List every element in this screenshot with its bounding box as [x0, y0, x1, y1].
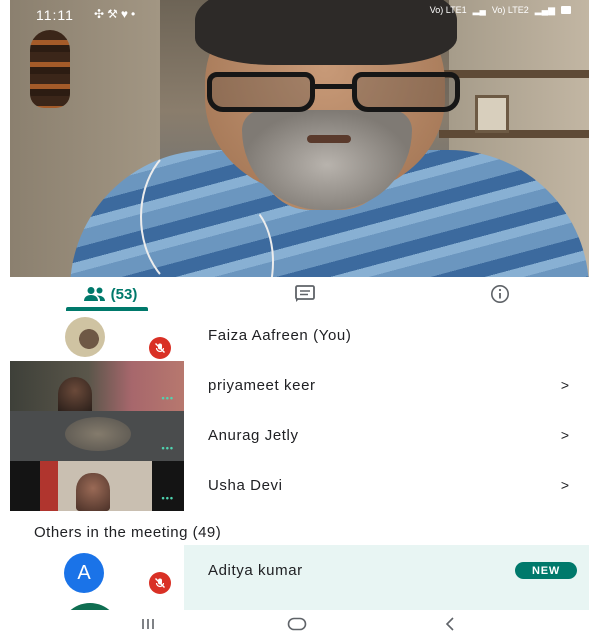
participant-thumbnail: •••	[10, 411, 184, 461]
chevron-right-icon[interactable]: >	[561, 477, 569, 493]
video-photo-frame	[475, 95, 509, 133]
status-notification-icons: ✣⚒♥•	[94, 7, 138, 21]
participant-row[interactable]: ••• Anurag Jetly >	[10, 411, 589, 461]
participant-name: Faiza Aafreen (You)	[208, 327, 352, 344]
participant-name: priyameet keer	[208, 377, 316, 394]
glasses-lens-left	[207, 72, 315, 112]
glasses-bridge	[311, 84, 355, 89]
glasses-lens-right	[352, 72, 460, 112]
mic-off-icon	[149, 337, 171, 359]
more-dots-icon: •••	[161, 443, 174, 453]
participant-row[interactable]: ••• Usha Devi >	[10, 461, 589, 511]
participant-thumbnail	[10, 311, 184, 361]
more-dots-icon: •••	[161, 493, 174, 503]
new-badge: NEW	[515, 562, 577, 579]
network-label-2: Vo) LTE2	[491, 5, 529, 15]
heart-icon: ♥	[120, 7, 131, 21]
main-video-feed[interactable]	[10, 0, 589, 277]
info-icon	[491, 285, 509, 303]
video-person-mouth	[307, 135, 351, 143]
android-nav-bar	[0, 610, 589, 637]
status-signal-area: Vo) LTE1 ▂▄ Vo) LTE2 ▂▄▆	[429, 5, 571, 15]
chevron-right-icon[interactable]: >	[561, 377, 569, 393]
people-count: (53)	[110, 285, 138, 303]
participant-thumbnail: A	[10, 545, 184, 633]
home-button[interactable]	[285, 614, 309, 634]
participant-thumbnail: •••	[10, 361, 184, 411]
video-shelf	[439, 130, 589, 138]
avatar: A	[64, 553, 104, 593]
signal-icon: ▂▄	[472, 5, 486, 15]
tab-people[interactable]: (53)	[60, 277, 160, 311]
back-icon	[445, 617, 454, 631]
chat-icon	[295, 285, 315, 302]
meeting-tab-bar: (53)	[0, 277, 589, 311]
video-wall-mask	[30, 30, 70, 108]
network-label-1: Vo) LTE1	[429, 5, 467, 15]
tab-info[interactable]	[480, 277, 520, 311]
participant-video-face	[58, 377, 92, 411]
back-button[interactable]	[440, 614, 460, 634]
tab-chat[interactable]	[285, 277, 325, 311]
mic-off-icon	[149, 572, 171, 594]
participant-video-face	[65, 417, 131, 451]
battery-icon	[561, 6, 571, 14]
others-section-title: Others in the meeting (49)	[34, 524, 222, 541]
dot-icon: •	[130, 7, 139, 21]
tools-icon: ⚒	[107, 7, 121, 21]
participant-name: Aditya kumar	[208, 562, 303, 579]
status-time: 11:11	[36, 7, 74, 23]
recents-icon	[142, 619, 154, 629]
gear-icon: ✣	[94, 7, 108, 21]
participant-name: Usha Devi	[208, 477, 283, 494]
participant-thumbnail: •••	[10, 461, 184, 511]
chevron-right-icon[interactable]: >	[561, 427, 569, 443]
recents-button[interactable]	[138, 614, 158, 634]
participant-name: Anurag Jetly	[208, 427, 299, 444]
participant-row[interactable]: ••• priyameet keer >	[10, 361, 589, 411]
list-item[interactable]: A Aditya kumar NEW	[10, 545, 589, 633]
participant-row[interactable]: Faiza Aafreen (You)	[10, 311, 589, 361]
more-dots-icon: •••	[161, 393, 174, 403]
people-icon	[83, 287, 105, 301]
signal-icon: ▂▄▆	[534, 5, 555, 15]
participant-video-face	[76, 473, 110, 511]
avatar	[65, 317, 105, 357]
video-person-glasses	[207, 72, 467, 114]
home-icon	[287, 617, 307, 631]
status-bar: 11:11 ✣⚒♥• Vo) LTE1 ▂▄ Vo) LTE2 ▂▄▆	[10, 0, 589, 28]
